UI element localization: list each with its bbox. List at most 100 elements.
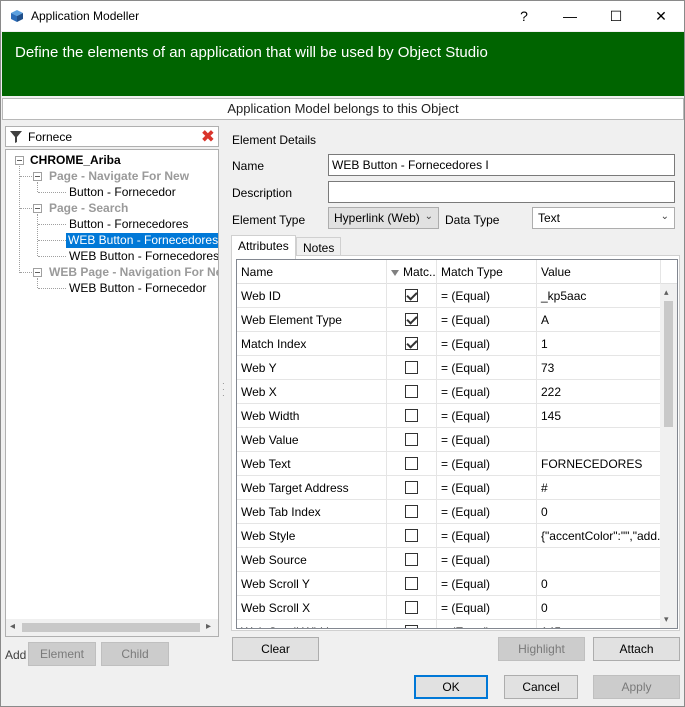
attribute-value[interactable] <box>537 428 663 452</box>
splitter-handle[interactable]: · · · <box>222 380 226 400</box>
match-checkbox[interactable] <box>405 409 418 422</box>
scroll-thumb[interactable] <box>664 301 673 427</box>
attribute-value[interactable]: FORNECEDORES <box>537 452 663 476</box>
tree-node[interactable]: Page - Search <box>49 201 128 216</box>
name-input[interactable]: WEB Button - Fornecedores I <box>328 154 675 176</box>
match-type[interactable]: = (Equal) <box>437 284 537 308</box>
attribute-value[interactable]: {"accentColor":"","add... <box>537 524 663 548</box>
tree-node-selected[interactable]: WEB Button - Fornecedores I <box>66 233 218 248</box>
highlight-button[interactable]: Highlight <box>498 637 585 661</box>
attribute-value[interactable]: A <box>537 308 663 332</box>
match-type[interactable]: = (Equal) <box>437 356 537 380</box>
apply-button[interactable]: Apply <box>593 675 680 699</box>
match-checkbox[interactable] <box>405 505 418 518</box>
collapse-icon[interactable] <box>33 268 42 277</box>
table-row[interactable]: Web Element Type = (Equal) A <box>237 308 663 332</box>
filter-input[interactable]: Fornece <box>28 130 72 144</box>
tree-filter[interactable]: Fornece ✖ <box>5 126 219 147</box>
scroll-up-icon[interactable]: ▴ <box>664 287 669 298</box>
match-checkbox[interactable] <box>405 361 418 374</box>
tree-node[interactable]: WEB Button - Fornecedores II <box>69 249 218 264</box>
collapse-icon[interactable] <box>33 204 42 213</box>
match-checkbox[interactable] <box>405 433 418 446</box>
table-row[interactable]: Web Tab Index = (Equal) 0 <box>237 500 663 524</box>
scroll-right-icon[interactable]: ▸ <box>206 621 211 632</box>
match-type[interactable]: = (Equal) <box>437 524 537 548</box>
attribute-value[interactable]: 222 <box>537 380 663 404</box>
match-type[interactable]: = (Equal) <box>437 572 537 596</box>
attribute-value[interactable]: 145 <box>537 404 663 428</box>
attribute-value[interactable]: 145 <box>537 620 663 628</box>
tree-horizontal-scrollbar[interactable]: ◂ ▸ <box>6 619 218 636</box>
match-type[interactable]: = (Equal) <box>437 404 537 428</box>
attribute-value[interactable]: 73 <box>537 356 663 380</box>
attribute-value[interactable]: 0 <box>537 572 663 596</box>
match-checkbox[interactable] <box>405 577 418 590</box>
match-type[interactable]: = (Equal) <box>437 620 537 628</box>
tree-node[interactable]: Button - Fornecedor <box>69 185 176 200</box>
column-header-match[interactable]: Matc... <box>387 260 437 284</box>
match-checkbox[interactable] <box>405 337 418 350</box>
table-row[interactable]: Web X = (Equal) 222 <box>237 380 663 404</box>
match-type[interactable]: = (Equal) <box>437 452 537 476</box>
collapse-icon[interactable] <box>15 156 24 165</box>
clear-filter-icon[interactable]: ✖ <box>201 127 215 146</box>
match-checkbox[interactable] <box>405 553 418 566</box>
collapse-icon[interactable] <box>33 172 42 181</box>
table-row[interactable]: Web Scroll X = (Equal) 0 <box>237 596 663 620</box>
table-row[interactable]: Web Text = (Equal) FORNECEDORES <box>237 452 663 476</box>
attributes-grid[interactable]: Name Matc... Match Type Value Web ID = (E… <box>236 259 678 629</box>
tree-node[interactable]: WEB Button - Fornecedor <box>69 281 206 296</box>
grid-vertical-scrollbar[interactable]: ▴ ▾ <box>660 284 677 628</box>
attribute-value[interactable] <box>537 548 663 572</box>
description-input[interactable] <box>328 181 675 203</box>
element-type-select[interactable]: Hyperlink (Web) ⌄ <box>328 207 439 229</box>
table-row[interactable]: Match Index = (Equal) 1 <box>237 332 663 356</box>
match-checkbox[interactable] <box>405 625 418 628</box>
match-type[interactable]: = (Equal) <box>437 476 537 500</box>
ok-button[interactable]: OK <box>414 675 488 699</box>
attribute-value[interactable]: _kp5aac <box>537 284 663 308</box>
match-checkbox[interactable] <box>405 385 418 398</box>
match-type[interactable]: = (Equal) <box>437 428 537 452</box>
table-row[interactable]: Web Scroll Y = (Equal) 0 <box>237 572 663 596</box>
tab-attributes[interactable]: Attributes <box>231 235 296 259</box>
tree-node[interactable]: Button - Fornecedores <box>69 217 188 232</box>
data-type-select[interactable]: Text ⌄ <box>532 207 675 229</box>
tree-node[interactable]: Page - Navigate For New <box>49 169 189 184</box>
minimize-button[interactable]: — <box>547 1 593 31</box>
table-row[interactable]: Web Width = (Equal) 145 <box>237 404 663 428</box>
help-button[interactable]: ? <box>501 1 547 31</box>
add-child-button[interactable]: Child <box>101 642 169 666</box>
attribute-value[interactable]: 0 <box>537 500 663 524</box>
match-checkbox[interactable] <box>405 529 418 542</box>
tree-root[interactable]: CHROME_Ariba <box>30 153 121 168</box>
scroll-down-icon[interactable]: ▾ <box>664 614 669 625</box>
tree-node[interactable]: WEB Page - Navigation For New <box>49 265 218 280</box>
column-header-match-type[interactable]: Match Type <box>437 260 537 284</box>
match-checkbox[interactable] <box>405 481 418 494</box>
match-type[interactable]: = (Equal) <box>437 596 537 620</box>
match-type[interactable]: = (Equal) <box>437 332 537 356</box>
column-header-name[interactable]: Name <box>237 260 387 284</box>
match-checkbox[interactable] <box>405 457 418 470</box>
table-row[interactable]: Web Source = (Equal) <box>237 548 663 572</box>
table-row[interactable]: Web ID = (Equal) _kp5aac <box>237 284 663 308</box>
add-element-button[interactable]: Element <box>28 642 96 666</box>
close-button[interactable]: ✕ <box>638 1 684 31</box>
match-type[interactable]: = (Equal) <box>437 500 537 524</box>
match-checkbox[interactable] <box>405 289 418 302</box>
attribute-value[interactable]: # <box>537 476 663 500</box>
table-row[interactable]: Web Target Address = (Equal) # <box>237 476 663 500</box>
attach-button[interactable]: Attach <box>593 637 680 661</box>
table-row[interactable]: Web Scroll Width = (Equal)145 <box>237 620 663 628</box>
clear-button[interactable]: Clear <box>232 637 319 661</box>
table-row[interactable]: Web Style = (Equal) {"accentColor":"","add… <box>237 524 663 548</box>
scroll-left-icon[interactable]: ◂ <box>10 621 15 632</box>
table-row[interactable]: Web Y = (Equal) 73 <box>237 356 663 380</box>
column-header-value[interactable]: Value <box>537 260 661 284</box>
cancel-button[interactable]: Cancel <box>504 675 578 699</box>
attribute-value[interactable]: 0 <box>537 596 663 620</box>
maximize-button[interactable]: ☐ <box>593 1 639 31</box>
scroll-thumb[interactable] <box>22 623 200 632</box>
